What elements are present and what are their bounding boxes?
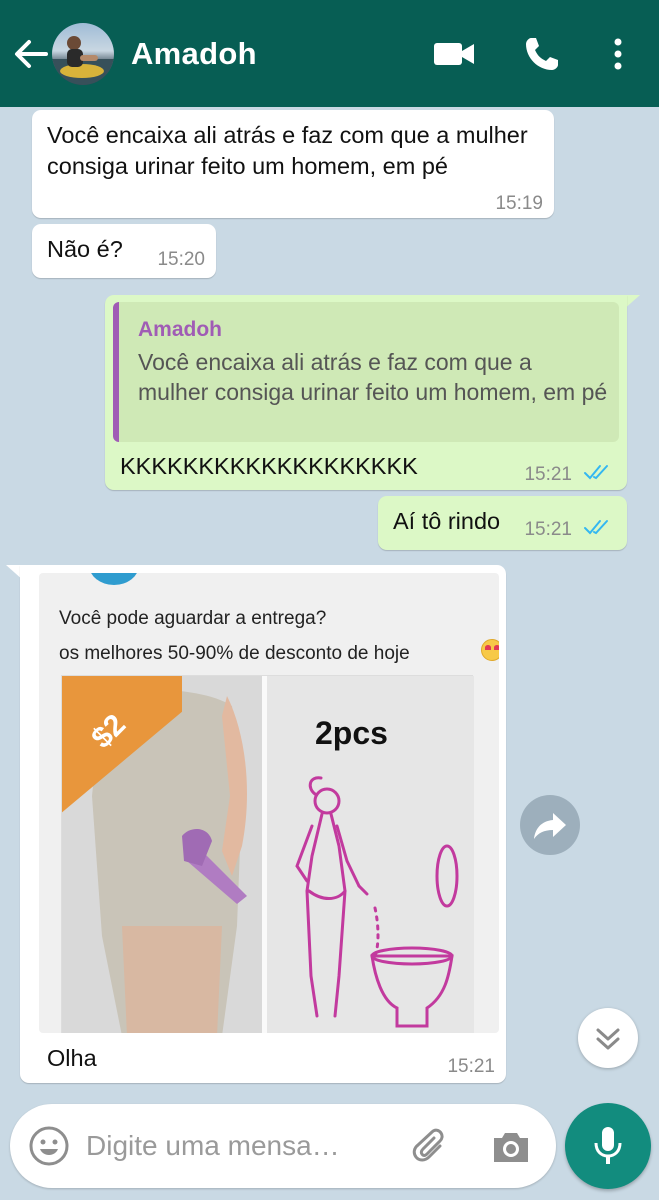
ad-text: Você pode aguardar a entrega?: [59, 608, 327, 629]
forward-button[interactable]: [520, 795, 580, 855]
ad-text: os melhores 50-90% de desconto de hoje: [59, 643, 410, 664]
heart-eyes-emoji-icon: [481, 639, 499, 661]
product-photo: $2: [62, 676, 262, 1033]
message-incoming-image[interactable]: Você pode aguardar a entrega? os melhore…: [20, 565, 506, 1083]
more-options-icon[interactable]: [604, 34, 632, 74]
scroll-to-bottom-button[interactable]: [578, 1008, 638, 1068]
quoted-text: Você encaixa ali atrás e faz com que a m…: [138, 349, 608, 405]
image-attachment[interactable]: Você pode aguardar a entrega? os melhore…: [39, 573, 499, 1033]
message-time: 15:19: [495, 193, 543, 214]
message-text: KKKKKKKKKKKKKKKKKKK: [120, 453, 418, 479]
emoji-icon[interactable]: [28, 1125, 70, 1167]
message-time: 15:21: [524, 519, 572, 540]
contact-name[interactable]: Amadoh: [131, 36, 257, 72]
forward-arrow-icon: [534, 813, 566, 839]
image-caption: Olha: [47, 1045, 97, 1071]
message-text: Aí tô rindo: [393, 508, 501, 534]
chat-header: Amadoh: [0, 0, 659, 107]
message-time: 15:21: [447, 1056, 495, 1077]
message-outgoing[interactable]: Aí tô rindo 15:21: [378, 496, 627, 550]
product-image: $2 2pcs: [61, 675, 474, 1033]
quoted-author: Amadoh: [138, 318, 222, 341]
message-composer: [10, 1104, 556, 1188]
read-ticks-icon: [584, 520, 608, 535]
voice-record-button[interactable]: [565, 1103, 651, 1189]
ad-avatar: [89, 573, 139, 585]
voice-call-icon[interactable]: [522, 34, 562, 74]
quoted-message[interactable]: Amadoh Você encaixa ali atrás e faz com …: [113, 302, 619, 442]
message-incoming[interactable]: Não é? 15:20: [32, 224, 216, 278]
back-arrow-icon[interactable]: [12, 38, 48, 70]
message-text: Não é?: [47, 236, 123, 262]
video-call-icon[interactable]: [432, 34, 476, 74]
message-incoming[interactable]: Você encaixa ali atrás e faz com que a m…: [32, 110, 554, 218]
camera-icon[interactable]: [490, 1128, 532, 1166]
product-illustration: 2pcs: [267, 676, 474, 1033]
contact-avatar[interactable]: [52, 23, 114, 85]
microphone-icon: [594, 1127, 622, 1164]
message-text: Você encaixa ali atrás e faz com que a m…: [47, 122, 528, 179]
read-ticks-icon: [584, 465, 608, 480]
message-time: 15:20: [157, 249, 205, 270]
message-input[interactable]: [86, 1126, 386, 1166]
message-outgoing[interactable]: Amadoh Você encaixa ali atrás e faz com …: [105, 295, 627, 490]
paperclip-icon[interactable]: [410, 1126, 452, 1168]
double-chevron-down-icon: [596, 1028, 620, 1050]
message-time: 15:21: [524, 464, 572, 485]
